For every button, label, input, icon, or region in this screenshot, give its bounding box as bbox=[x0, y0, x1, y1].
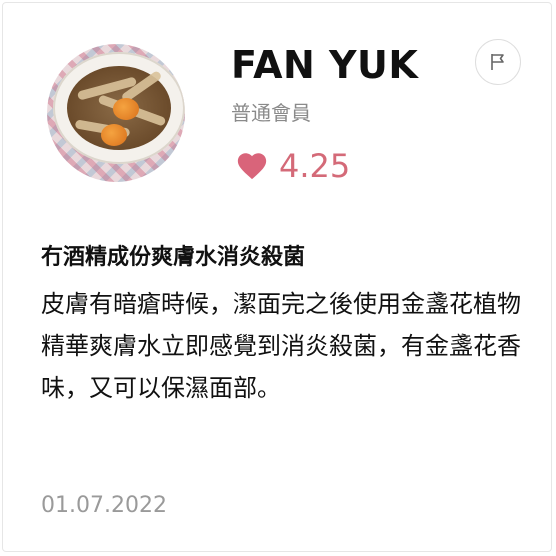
review-date: 01.07.2022 bbox=[41, 493, 167, 518]
report-button[interactable] bbox=[475, 39, 521, 85]
avatar[interactable] bbox=[47, 44, 185, 182]
review-card: FAN YUK 普通會員 4.25 冇酒精成份爽膚水消炎殺菌 皮膚有暗瘡時候，潔… bbox=[2, 2, 552, 552]
egg-yolk bbox=[101, 124, 127, 146]
review-body: 皮膚有暗瘡時候，潔面完之後使用金盞花植物精華爽膚水立即感覺到消炎殺菌，有金盞花香… bbox=[41, 290, 521, 402]
flag-icon bbox=[491, 54, 504, 70]
rating: 4.25 bbox=[235, 147, 350, 185]
heart-icon bbox=[237, 153, 267, 180]
soup-image bbox=[67, 66, 171, 150]
reviewer-name[interactable]: FAN YUK bbox=[231, 43, 418, 87]
rating-value: 4.25 bbox=[279, 147, 351, 185]
member-level: 普通會員 bbox=[231, 101, 311, 125]
bowl-image bbox=[53, 52, 185, 164]
egg-yolk bbox=[113, 98, 139, 120]
review-title: 冇酒精成份爽膚水消炎殺菌 bbox=[41, 245, 306, 270]
